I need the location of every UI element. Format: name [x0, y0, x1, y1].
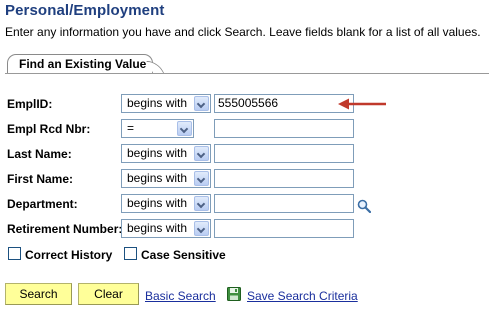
retirement-number-operator-value: begins with — [127, 221, 188, 235]
field-row-retirement-number: Retirement Number: begins with — [0, 219, 489, 240]
field-row-last-name: Last Name: begins with — [0, 144, 489, 165]
page-title: Personal/Employment — [5, 2, 165, 19]
chevron-down-icon[interactable] — [177, 121, 192, 136]
first-name-label: First Name: — [7, 172, 74, 186]
field-row-first-name: First Name: begins with — [0, 169, 489, 190]
emplid-operator-value: begins with — [127, 96, 188, 110]
retirement-number-input[interactable] — [214, 219, 354, 238]
clear-button[interactable]: Clear — [78, 283, 139, 305]
field-row-empl-rcd-nbr: Empl Rcd Nbr: = — [0, 119, 489, 140]
case-sensitive-checkbox[interactable] — [124, 247, 137, 260]
emplid-input[interactable]: 555005566 — [214, 94, 354, 113]
empl-rcd-nbr-label: Empl Rcd Nbr: — [7, 122, 91, 136]
magnifier-icon[interactable] — [357, 199, 371, 213]
correct-history-checkbox-wrap[interactable]: Correct History — [8, 247, 112, 263]
department-input[interactable] — [214, 194, 354, 213]
correct-history-checkbox[interactable] — [8, 247, 21, 260]
field-row-emplid: EmplID: begins with 555005566 — [0, 94, 489, 115]
emplid-operator-select[interactable]: begins with — [121, 94, 211, 113]
last-name-input[interactable] — [214, 144, 354, 163]
case-sensitive-label: Case Sensitive — [141, 248, 226, 262]
tab-find-existing-value[interactable]: Find an Existing Value — [7, 54, 153, 73]
department-operator-select[interactable]: begins with — [121, 194, 211, 213]
retirement-number-label: Retirement Number: — [7, 222, 123, 236]
empl-rcd-nbr-operator-value: = — [127, 121, 135, 135]
department-label: Department: — [7, 197, 78, 211]
empl-rcd-nbr-input[interactable] — [214, 119, 354, 138]
tab-rule — [5, 73, 489, 74]
chevron-down-icon[interactable] — [194, 171, 209, 186]
chevron-down-icon[interactable] — [194, 96, 209, 111]
emplid-label: EmplID: — [7, 97, 53, 111]
last-name-operator-select[interactable]: begins with — [121, 144, 211, 163]
last-name-operator-value: begins with — [127, 146, 188, 160]
basic-search-link[interactable]: Basic Search — [145, 289, 216, 303]
red-arrow-icon — [338, 98, 386, 110]
field-row-department: Department: begins with — [0, 194, 489, 215]
correct-history-label: Correct History — [25, 248, 113, 262]
case-sensitive-checkbox-wrap[interactable]: Case Sensitive — [124, 247, 226, 263]
first-name-operator-select[interactable]: begins with — [121, 169, 211, 188]
chevron-down-icon[interactable] — [194, 221, 209, 236]
first-name-input[interactable] — [214, 169, 354, 188]
department-operator-value: begins with — [127, 196, 188, 210]
last-name-label: Last Name: — [7, 147, 72, 161]
search-button[interactable]: Search — [5, 283, 72, 305]
instructions-text: Enter any information you have and click… — [5, 25, 481, 39]
empl-rcd-nbr-operator-select[interactable]: = — [121, 119, 194, 138]
first-name-operator-value: begins with — [127, 171, 188, 185]
retirement-number-operator-select[interactable]: begins with — [121, 219, 211, 238]
chevron-down-icon[interactable] — [194, 196, 209, 211]
chevron-down-icon[interactable] — [194, 146, 209, 161]
save-floppy-icon[interactable] — [227, 287, 241, 301]
save-search-criteria-link[interactable]: Save Search Criteria — [247, 289, 358, 303]
